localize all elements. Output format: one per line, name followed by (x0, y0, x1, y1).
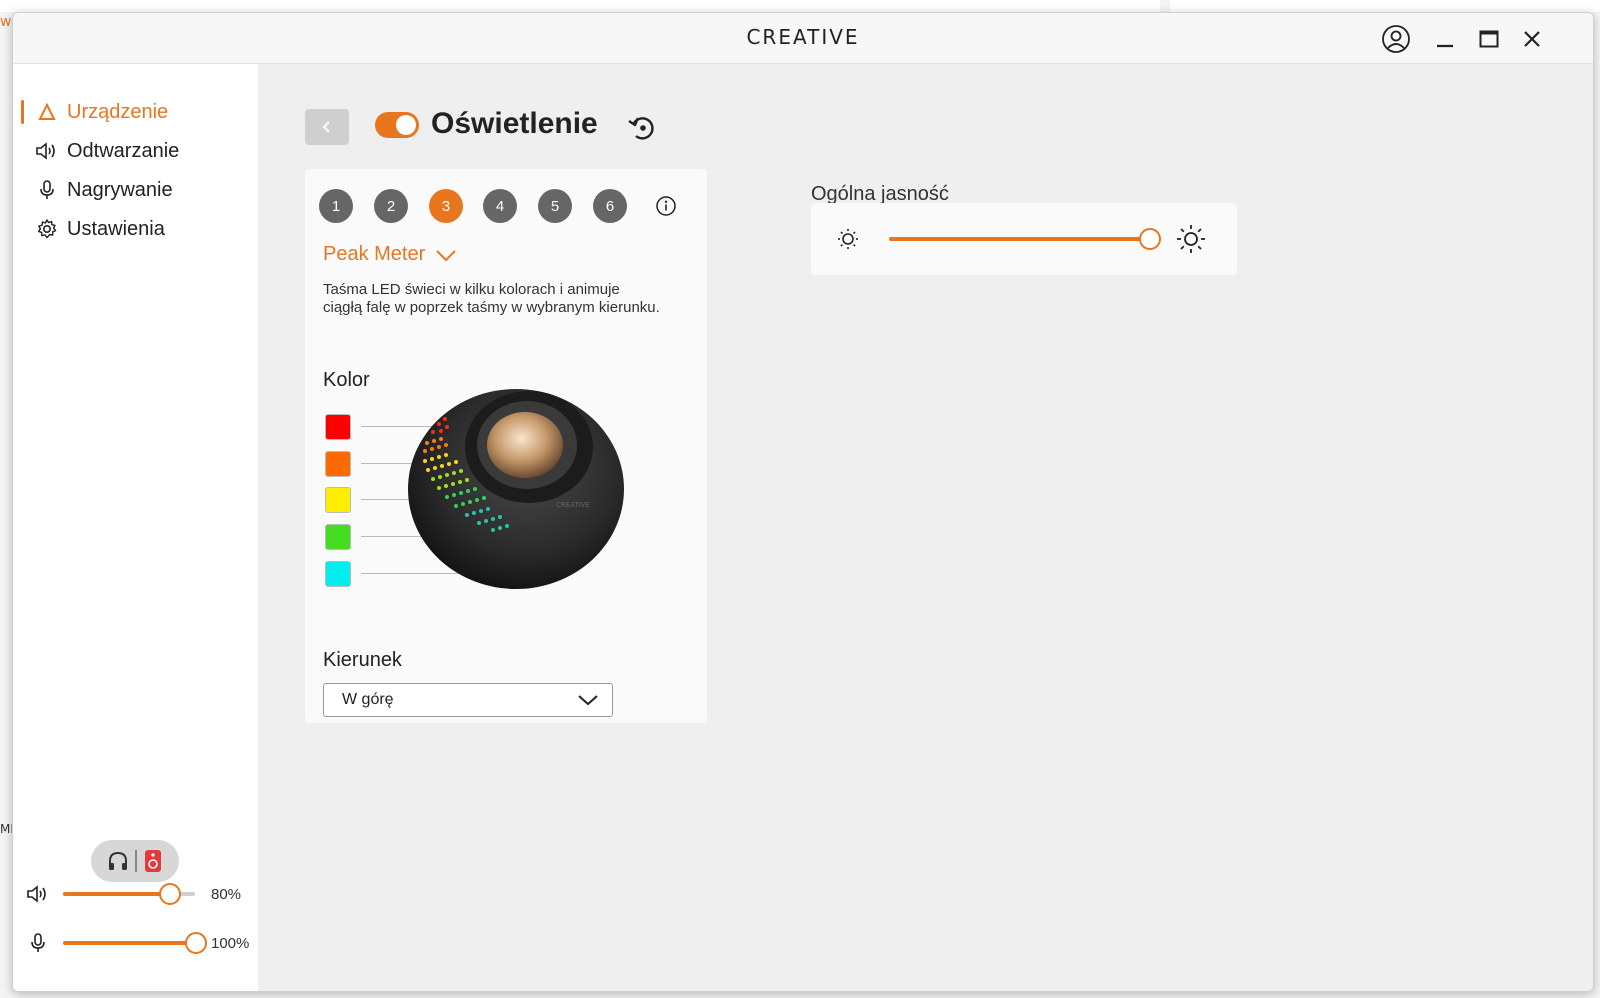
chevron-down-icon (578, 695, 598, 706)
page-title: Oświetlenie (431, 107, 598, 140)
volume-microphone-icon (23, 932, 53, 954)
sidebar-item-label: Odtwarzanie (67, 139, 180, 162)
color-swatch-3[interactable] (325, 487, 351, 513)
lighting-toggle-switch[interactable] (375, 112, 419, 138)
slider-fill (63, 941, 195, 945)
maximize-button[interactable] (1471, 21, 1507, 57)
background-window-fragment (0, 0, 1160, 12)
volume-speaker-icon (23, 884, 53, 904)
preset-5[interactable]: 5 (538, 189, 572, 223)
close-icon (1524, 31, 1540, 47)
device-icon (33, 100, 61, 124)
brightness-card (811, 203, 1237, 275)
color-swatch-4[interactable] (325, 524, 351, 550)
effect-description: Taśma LED świeci w kilku kolorach i anim… (323, 281, 660, 316)
direction-select[interactable]: W górę (323, 683, 613, 717)
color-swatch-1[interactable] (325, 414, 351, 440)
playback-volume-row: 80% (23, 879, 253, 909)
speaker-illustration: CREATIVE (408, 389, 624, 589)
info-icon[interactable] (655, 195, 677, 217)
mic-volume-row: 100% (23, 928, 253, 958)
close-button[interactable] (1514, 21, 1550, 57)
minimize-button[interactable] (1427, 21, 1463, 57)
color-section-label: Kolor (323, 369, 370, 391)
sidebar-item-label: Nagrywanie (67, 178, 173, 201)
slider-knob[interactable] (1139, 228, 1161, 250)
toggle-separator (135, 850, 137, 872)
color-swatch-5[interactable] (325, 561, 351, 587)
sidebar-item-settings[interactable]: Ustawienia (21, 211, 251, 247)
app-window: CREATIVE Urządzenie Odtwarzanie Nagrywan… (12, 12, 1594, 992)
chevron-left-icon (322, 121, 330, 133)
gear-icon (33, 217, 61, 241)
chevron-down-icon (436, 249, 456, 261)
maximize-icon (1479, 30, 1499, 48)
color-swatch-2[interactable] (325, 451, 351, 477)
preset-4[interactable]: 4 (483, 189, 517, 223)
sidebar-item-label: Ustawienia (67, 217, 165, 240)
mic-volume-value: 100% (211, 934, 250, 952)
preset-6[interactable]: 6 (593, 189, 627, 223)
direction-select-value: W górę (342, 691, 394, 708)
preset-3[interactable]: 3 (429, 189, 463, 223)
preset-1[interactable]: 1 (319, 189, 353, 223)
background-text-top: w (0, 14, 12, 30)
sidebar-item-playback[interactable]: Odtwarzanie (21, 133, 251, 169)
speaker-icon (33, 139, 61, 163)
slider-knob[interactable] (158, 883, 181, 905)
effect-dropdown-value: Peak Meter (323, 243, 426, 265)
account-button[interactable] (1378, 21, 1414, 57)
mic-volume-slider[interactable] (63, 932, 207, 954)
reset-icon[interactable] (625, 111, 659, 145)
speaker-brand-mark: CREATIVE (556, 501, 590, 509)
output-device-toggle[interactable] (91, 840, 179, 882)
playback-volume-value: 80% (211, 885, 242, 903)
sidebar-item-recording[interactable]: Nagrywanie (21, 172, 251, 208)
sidebar-item-label: Urządzenie (67, 100, 169, 123)
preset-2[interactable]: 2 (374, 189, 408, 223)
effect-dropdown[interactable]: Peak Meter (323, 243, 459, 266)
playback-volume-slider[interactable] (63, 883, 195, 905)
brightness-low-icon (838, 229, 858, 249)
brightness-high-icon (1177, 225, 1205, 253)
user-icon (1382, 25, 1410, 53)
headphones-icon (109, 851, 127, 870)
background-window-fragment-right (1170, 0, 1600, 12)
sidebar-item-device[interactable]: Urządzenie (21, 94, 251, 130)
title-bar: CREATIVE (13, 13, 1593, 64)
slider-fill (63, 892, 169, 896)
switch-knob (396, 115, 416, 135)
lighting-card: 1 2 3 4 5 6 Peak Meter Taśma LED świeci … (305, 169, 707, 723)
brightness-slider[interactable] (889, 228, 1161, 250)
microphone-icon (33, 178, 61, 202)
creative-logo: CREATIVE (746, 25, 860, 49)
slider-fill (889, 237, 1149, 241)
minimize-icon (1437, 44, 1453, 48)
back-button[interactable] (305, 109, 349, 145)
slider-knob[interactable] (185, 932, 207, 954)
sidebar: Urządzenie Odtwarzanie Nagrywanie Ustawi… (13, 64, 258, 991)
speaker-device-icon (145, 850, 161, 872)
direction-section-label: Kierunek (323, 649, 402, 671)
